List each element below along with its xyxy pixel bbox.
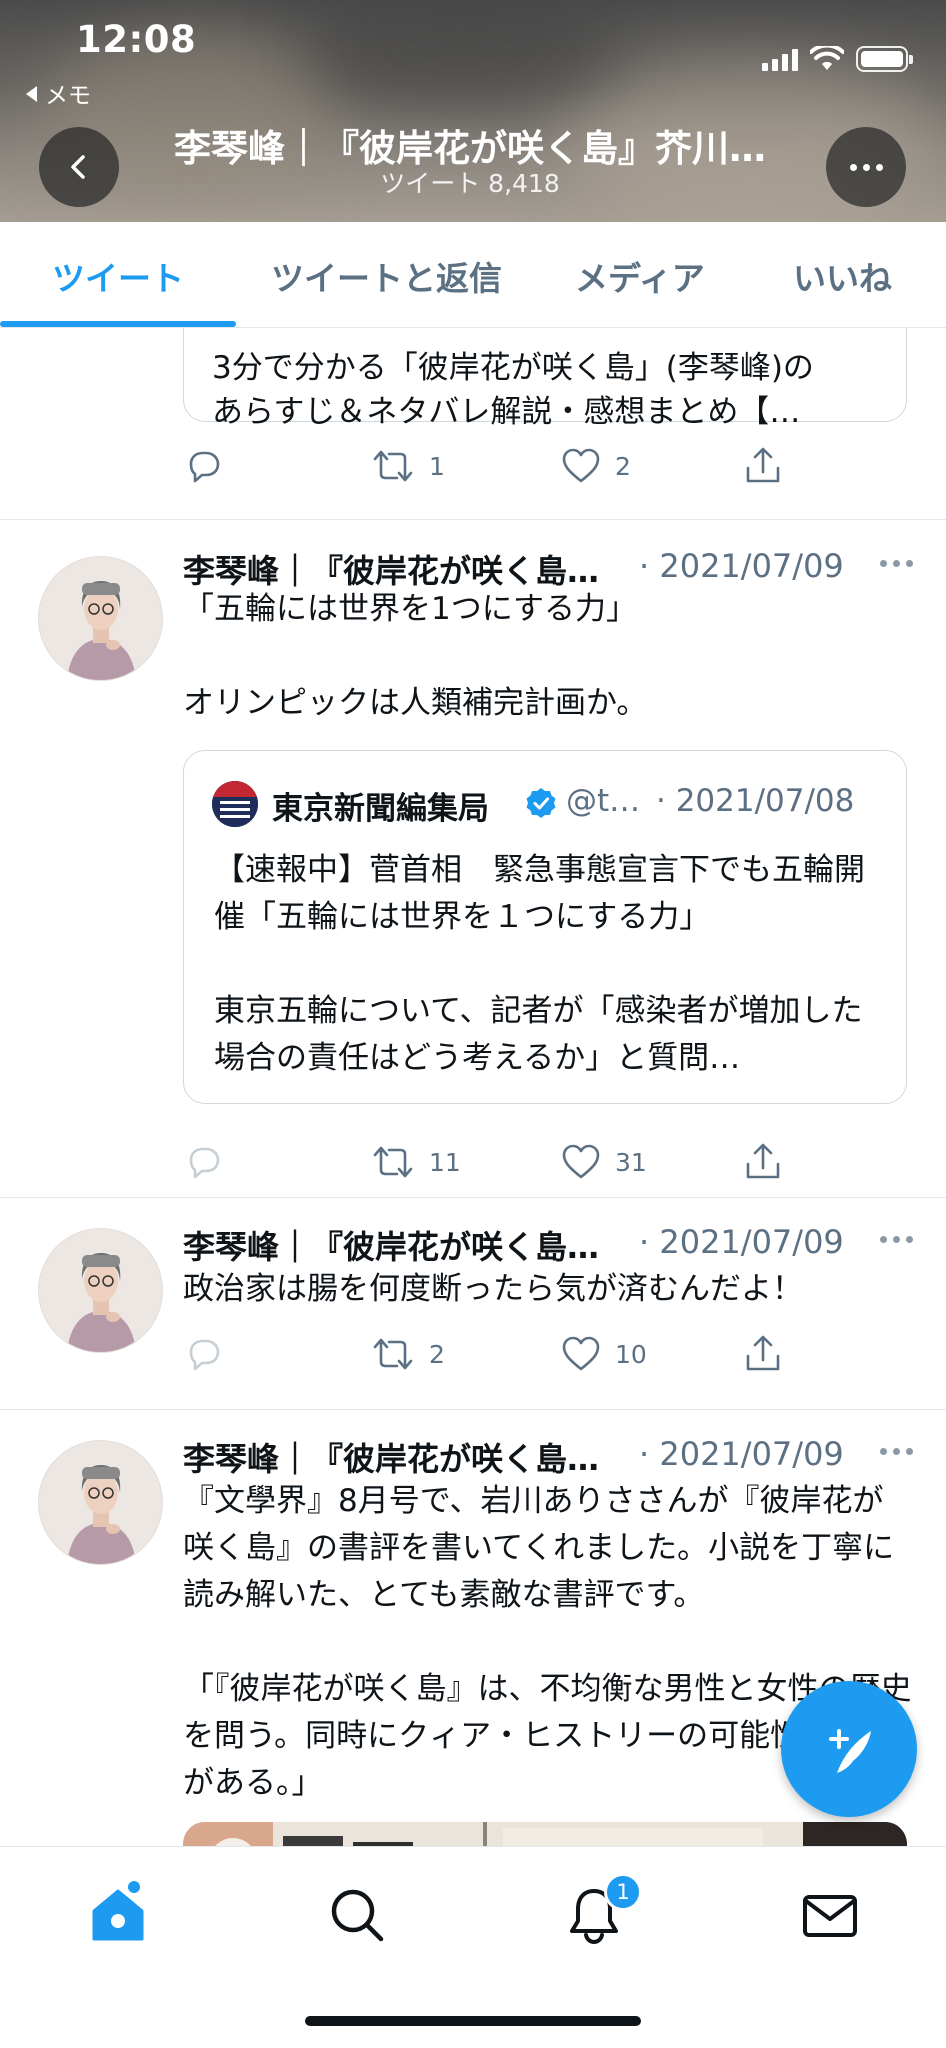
quoted-tweet[interactable]: 東京新聞編集局 @t… · 2021/07/08 【速報中】菅首相 緊急事態宣言…	[183, 750, 907, 1104]
quoted-author-logo	[212, 781, 258, 827]
timeline[interactable]: 3分で分かる「彼岸花が咲く島」(李琴峰)の あらすじ＆ネタバレ解説・感想まとめ【…	[0, 328, 946, 1846]
home-icon	[92, 1889, 144, 1941]
reply-icon	[189, 1147, 220, 1179]
back-triangle-icon	[26, 86, 37, 102]
share-button[interactable]	[743, 444, 783, 488]
retweet-count: 2	[429, 1339, 445, 1369]
tweet-more-icon[interactable]	[880, 1448, 913, 1455]
retweet-button[interactable]: 1	[371, 444, 445, 488]
share-button[interactable]	[743, 1140, 783, 1184]
tab-tweets-and-replies[interactable]: ツイートと返信	[271, 252, 502, 300]
notification-badge: 1	[604, 1873, 642, 1911]
divider	[0, 1197, 946, 1198]
like-icon	[562, 448, 600, 483]
avatar[interactable]	[38, 1440, 163, 1565]
tweet-date[interactable]: · 2021/07/09	[639, 1435, 844, 1473]
share-icon	[746, 447, 780, 483]
tab-tweets[interactable]: ツイート	[52, 252, 184, 300]
avatar[interactable]	[38, 1228, 163, 1353]
retweet-icon	[373, 1338, 413, 1370]
tweet-author[interactable]: 李琴峰｜『彼岸花が咲く島…	[183, 1434, 599, 1480]
nav-notifications[interactable]: 1	[564, 1873, 642, 1945]
tweet-text: 「五輪には世界を1つにする力」 オリンピックは人類補完計画か。	[183, 591, 648, 721]
like-icon	[562, 1336, 600, 1371]
like-button[interactable]: 10	[561, 1332, 647, 1376]
new-content-dot	[128, 1881, 140, 1893]
search-icon	[331, 1889, 384, 1942]
divider	[0, 519, 946, 520]
retweet-count: 11	[429, 1147, 461, 1177]
tweet-actions: 2 10	[185, 1332, 805, 1376]
quoted-author-name: 東京新聞編集局	[272, 791, 489, 827]
reply-icon	[189, 1339, 220, 1371]
divider	[0, 1409, 946, 1410]
back-button[interactable]	[39, 127, 119, 207]
avatar[interactable]	[38, 556, 163, 681]
reply-button[interactable]	[185, 1332, 223, 1376]
reply-button[interactable]	[185, 1140, 223, 1184]
like-button[interactable]: 2	[561, 444, 631, 488]
reply-button[interactable]	[185, 444, 223, 488]
back-to-app-link[interactable]: メモ	[26, 76, 91, 110]
tweet-date[interactable]: · 2021/07/09	[639, 1223, 844, 1261]
nav-search[interactable]	[327, 1885, 387, 1945]
link-card-title-line2: あらすじ＆ネタバレ解説・感想まとめ【…	[212, 394, 801, 430]
more-icon	[849, 163, 883, 171]
like-count: 2	[615, 451, 631, 481]
tab-media[interactable]: メディア	[575, 252, 705, 300]
quoted-tweet-date: · 2021/07/08	[656, 783, 855, 819]
retweet-button[interactable]: 11	[371, 1140, 461, 1184]
like-count: 31	[615, 1147, 647, 1177]
tweet-author[interactable]: 李琴峰｜『彼岸花が咲く島…	[183, 1222, 599, 1268]
avatar-photo-icon	[39, 1229, 162, 1352]
tweet-text: 政治家は腸を何度断ったら気が済むんだよ！	[183, 1271, 803, 1307]
nav-home[interactable]	[88, 1881, 148, 1945]
tweet-date[interactable]: · 2021/07/09	[639, 547, 844, 585]
retweet-button[interactable]: 2	[371, 1332, 445, 1376]
quoted-link-card[interactable]: 3分で分かる「彼岸花が咲く島」(李琴峰)の あらすじ＆ネタバレ解説・感想まとめ【…	[183, 328, 907, 430]
status-time: 12:08	[76, 18, 197, 61]
tweet-header: 李琴峰｜『彼岸花が咲く島… · 2021/07/09	[183, 1222, 913, 1268]
active-tab-indicator	[0, 321, 236, 327]
more-button[interactable]	[826, 127, 906, 207]
link-card-title-line1: 3分で分かる「彼岸花が咲く島」(李琴峰)の	[212, 350, 814, 386]
profile-tabs: ツイート ツイートと返信 メディア いいね	[0, 222, 946, 328]
retweet-icon	[373, 450, 413, 482]
reply-icon	[189, 451, 220, 483]
quoted-tweet-text: 【速報中】菅首相 緊急事態宣言下でも五輪開催「五輪には世界を１つにする力」 東京…	[214, 852, 865, 1076]
share-icon	[746, 1335, 780, 1371]
share-button[interactable]	[743, 1332, 783, 1376]
back-app-label: メモ	[45, 83, 91, 109]
signal-icon	[762, 47, 798, 71]
like-icon	[562, 1144, 600, 1179]
tweet-media-image[interactable]	[183, 1822, 907, 1846]
tweet-actions: 1 2	[185, 444, 805, 488]
tweet-actions: 11 31	[185, 1140, 805, 1184]
nav-messages[interactable]	[800, 1885, 860, 1945]
mail-icon	[803, 1895, 857, 1937]
back-arrow-icon	[71, 155, 85, 179]
tweet-more-icon[interactable]	[880, 560, 913, 567]
wifi-icon	[810, 46, 844, 70]
share-icon	[746, 1143, 780, 1179]
battery-icon	[856, 46, 913, 72]
status-icons	[762, 44, 913, 74]
compose-icon	[829, 1729, 871, 1773]
retweet-icon	[373, 1146, 413, 1178]
tweet-header: 李琴峰｜『彼岸花が咲く島… · 2021/07/09	[183, 1434, 913, 1480]
home-indicator	[305, 2016, 641, 2026]
tab-likes[interactable]: いいね	[793, 252, 892, 300]
tweet-count: ツイート 8,418	[380, 169, 560, 198]
profile-header: 12:08 メモ 李琴峰｜『彼岸花が咲く島』芥川… ツイート 8,418	[0, 0, 946, 222]
like-button[interactable]: 31	[561, 1140, 647, 1184]
compose-tweet-button[interactable]	[781, 1681, 917, 1817]
retweet-count: 1	[429, 451, 445, 481]
verified-icon	[526, 788, 556, 818]
avatar-photo-icon	[39, 1441, 162, 1564]
like-count: 10	[615, 1339, 647, 1369]
quoted-tweet-header: 東京新聞編集局 @t… · 2021/07/08	[212, 781, 892, 827]
tweet-more-icon[interactable]	[880, 1236, 913, 1243]
avatar-photo-icon	[39, 557, 162, 680]
quoted-author-handle: @t…	[566, 783, 641, 819]
